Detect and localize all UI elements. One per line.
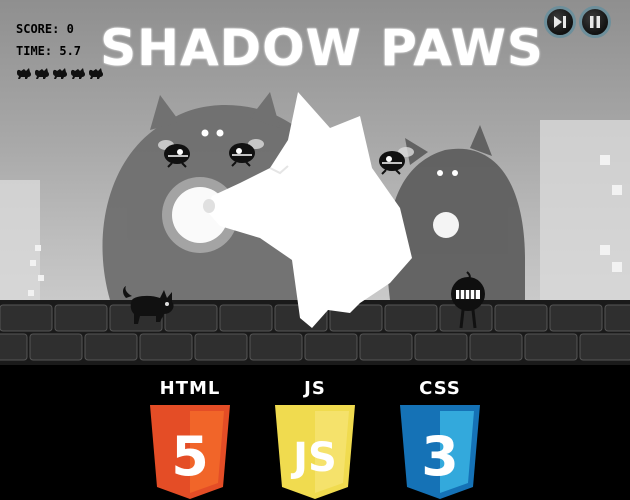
flying-bug-enemy [158,140,190,168]
js-logo-icon: JS [275,405,355,499]
game-scene[interactable]: SCORE: 0 TIME: 5.7 SHADOW PAWS [0,0,630,365]
tech-label: HTML [159,378,221,399]
tech-css: CSS 3 [395,377,485,500]
pause-button[interactable] [579,6,611,38]
html5-badge: 5 [171,425,209,488]
paw-silhouette-icon [17,68,32,79]
pause-icon [590,16,600,28]
html5-logo-icon: 5 [150,405,230,499]
css3-badge: 3 [421,425,459,488]
tech-label: JS [304,378,326,399]
shadow-cat-player [123,286,174,324]
score-display: SCORE: 0 [16,22,74,36]
skip-button[interactable] [544,6,576,38]
tech-html: HTML 5 [145,377,235,500]
lives-indicator [16,66,105,80]
ground-walker-enemy [451,271,485,329]
time-display: TIME: 5.7 [16,44,82,58]
wolf-spirit-icon [203,92,412,328]
paw-silhouette-icon [53,68,68,79]
game-title: SHADOW PAWS [100,19,544,77]
tech-js: JS JS [270,377,360,500]
css3-logo-icon: 3 [400,405,480,499]
skip-forward-icon [554,16,566,28]
technology-footer: HTML 5 JS JS CSS 3 [0,365,630,500]
paw-silhouette-icon [35,68,50,79]
tech-label: CSS [419,378,461,399]
js-badge: JS [290,435,337,481]
paw-silhouette-icon [71,68,86,79]
